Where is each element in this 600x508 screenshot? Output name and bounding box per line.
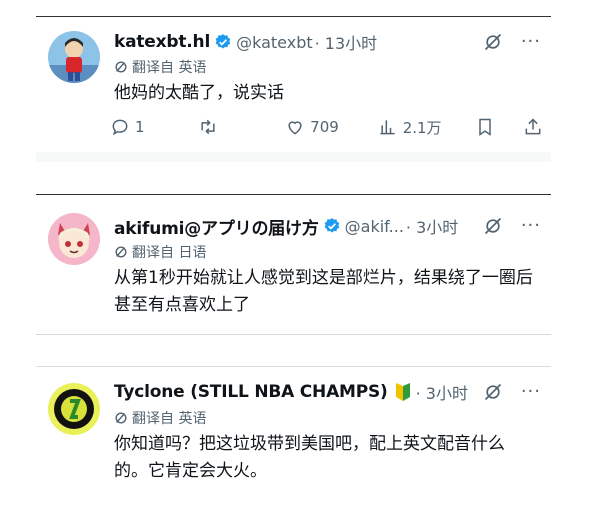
display-name[interactable]: Tyclone (STILL NBA CHAMPS) [114, 382, 388, 402]
views-icon [380, 120, 395, 135]
like-icon [288, 121, 302, 135]
tweet-header: akifumi@アプリの届け方 @akif... · 3小时 ··· [114, 211, 541, 241]
divider [36, 152, 551, 162]
retweet-button[interactable] [198, 117, 286, 137]
reply-icon [112, 119, 128, 136]
views-button[interactable]: 2.1万 [378, 117, 476, 138]
more-icon[interactable]: ··· [521, 383, 541, 401]
grok-icon[interactable] [483, 32, 503, 52]
display-name[interactable]: akifumi@アプリの届け方 [114, 214, 319, 239]
views-count: 2.1万 [402, 118, 442, 137]
grok-icon[interactable] [483, 216, 503, 236]
translate-icon [115, 412, 127, 424]
translated-text: 翻译自 英语 [132, 411, 207, 427]
bookmark-button[interactable] [475, 117, 523, 137]
translate-icon [115, 246, 127, 258]
tweet-text: 从第1秒开始就让人感觉到这是部烂片，结果绕了一圈后甚至有点喜欢上了 [114, 268, 533, 315]
avatar[interactable] [48, 213, 100, 265]
timestamp[interactable]: · 3小时 [416, 380, 468, 404]
avatar[interactable] [48, 31, 100, 83]
user-handle[interactable]: @akif... [345, 217, 404, 236]
more-icon[interactable]: ··· [521, 217, 541, 235]
tweet-text: 他妈的太酷了，说实话 [114, 83, 284, 103]
tweet-card[interactable]: akifumi@アプリの届け方 @akif... · 3小时 ··· 翻译自 日… [36, 194, 551, 335]
tweet-header: katexbt.hl @katexbt · 13小时 ··· [114, 27, 541, 57]
more-icon[interactable]: ··· [521, 33, 541, 51]
translated-label: 翻译自 英语 [114, 57, 206, 77]
tweet-text: 你知道吗？把这垃圾带到美国吧，配上英文配音什么的。它肯定会大火。 [114, 434, 505, 481]
divider [36, 334, 551, 335]
translate-icon [115, 61, 127, 73]
verified-badge-icon [324, 218, 339, 233]
timestamp[interactable]: · 3小时 [406, 214, 458, 238]
share-button[interactable] [523, 117, 543, 137]
translated-text: 翻译自 英语 [132, 60, 207, 76]
timestamp[interactable]: · 13小时 [315, 30, 378, 54]
reply-count: 1 [135, 118, 145, 136]
reply-button[interactable]: 1 [110, 117, 198, 137]
tweet-card[interactable]: katexbt.hl @katexbt · 13小时 ··· 翻译自 英语 他妈… [36, 16, 551, 162]
grok-icon[interactable] [483, 382, 503, 402]
like-button[interactable]: 709 [285, 117, 378, 137]
bookmark-icon [479, 118, 491, 136]
beginner-badge-icon [395, 383, 410, 401]
user-handle[interactable]: @katexbt [236, 33, 313, 52]
like-count: 709 [310, 118, 339, 136]
verified-badge-icon [215, 34, 231, 49]
action-bar: 1 709 2.1万 [110, 115, 543, 139]
translated-label: 翻译自 日语 [114, 242, 206, 262]
tweet-header: Tyclone (STILL NBA CHAMPS) · 3小时 ··· [114, 377, 541, 407]
translated-text: 翻译自 日语 [132, 245, 207, 261]
share-icon [525, 118, 541, 135]
avatar[interactable] [48, 383, 100, 435]
retweet-icon [200, 119, 215, 135]
tweet-card[interactable]: Tyclone (STILL NBA CHAMPS) · 3小时 ··· 翻译自… [36, 366, 551, 499]
display-name[interactable]: katexbt.hl [114, 32, 210, 52]
translated-label: 翻译自 英语 [114, 408, 206, 428]
